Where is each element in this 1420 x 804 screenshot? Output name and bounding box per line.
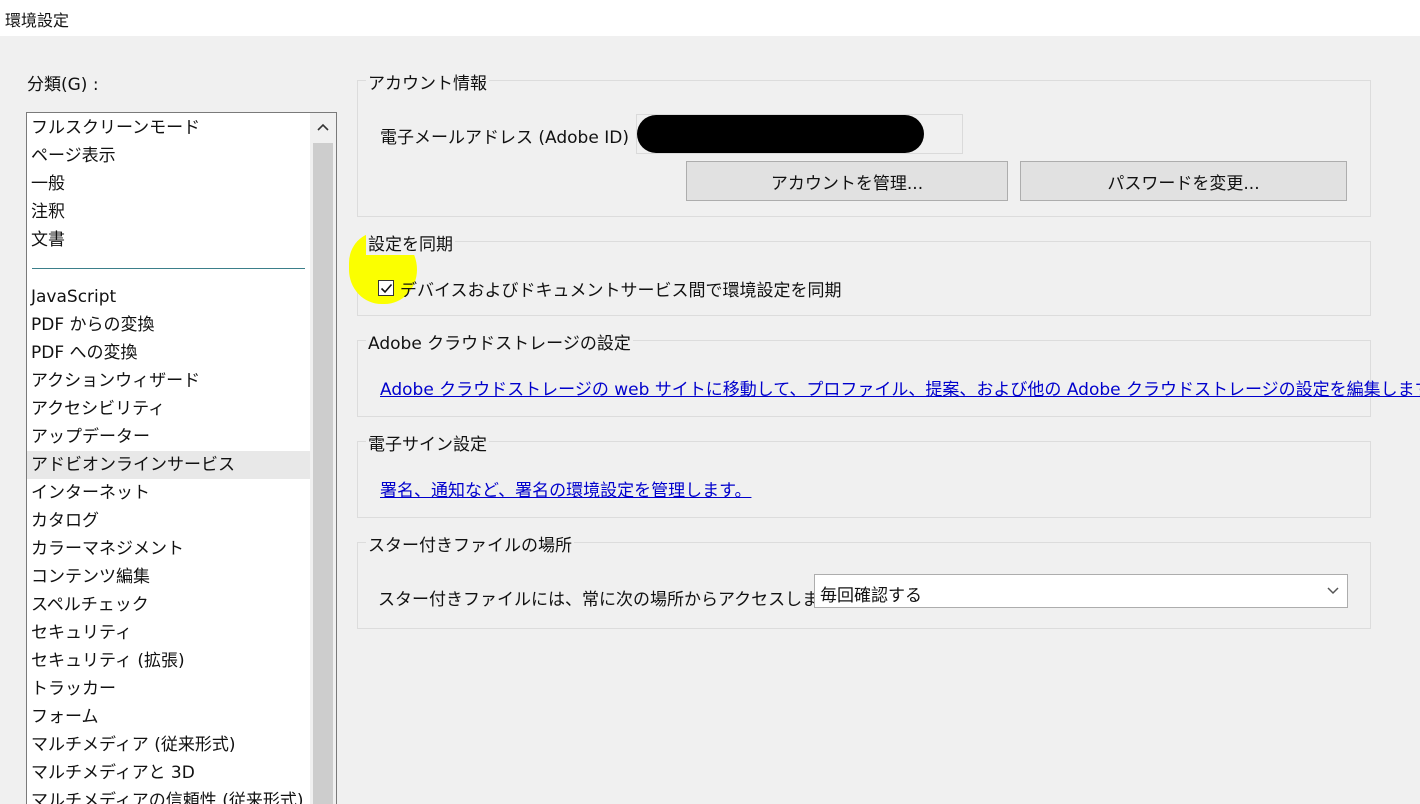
- scroll-up-button[interactable]: [310, 113, 336, 141]
- category-item[interactable]: JavaScript: [27, 283, 312, 311]
- category-item[interactable]: アップデーター: [27, 423, 312, 451]
- account-info-title: アカウント情報: [366, 69, 489, 94]
- category-item[interactable]: トラッカー: [27, 675, 312, 703]
- category-item[interactable]: スペルチェック: [27, 591, 312, 619]
- checkmark-icon: [380, 283, 392, 293]
- category-item[interactable]: 文書: [27, 226, 312, 254]
- category-item[interactable]: フルスクリーンモード: [27, 114, 312, 142]
- starred-files-title: スター付きファイルの場所: [366, 531, 574, 556]
- starred-files-label: スター付きファイルには、常に次の場所からアクセスします...: [378, 590, 853, 610]
- category-item[interactable]: アクションウィザード: [27, 367, 312, 395]
- category-item[interactable]: PDF への変換: [27, 339, 312, 367]
- sync-settings-title: 設定を同期: [366, 230, 455, 255]
- title-bar: 環境設定: [0, 0, 1420, 36]
- category-item[interactable]: フォーム: [27, 703, 312, 731]
- category-item[interactable]: マルチメディアの信頼性 (従来形式): [27, 787, 312, 804]
- category-item[interactable]: PDF からの変換: [27, 311, 312, 339]
- category-item[interactable]: ページ表示: [27, 142, 312, 170]
- category-list-items: フルスクリーンモード ページ表示 一般 注釈 文書 JavaScript PDF からの変換…: [27, 113, 312, 804]
- category-list[interactable]: フルスクリーンモード ページ表示 一般 注釈 文書 JavaScript PDF からの変換…: [26, 112, 337, 804]
- sync-settings-group: 設定を同期 デバイスおよびドキュメントサービス間で環境設定を同期: [349, 230, 1371, 316]
- category-item[interactable]: アドビオンラインサービス: [27, 451, 312, 479]
- category-divider: [32, 268, 305, 269]
- category-item[interactable]: マルチメディアと 3D: [27, 759, 312, 787]
- category-item[interactable]: セキュリティ: [27, 619, 312, 647]
- sync-checkbox-label: デバイスおよびドキュメントサービス間で環境設定を同期: [400, 280, 842, 301]
- category-item[interactable]: インターネット: [27, 479, 312, 507]
- sync-checkbox[interactable]: [378, 280, 394, 296]
- category-item[interactable]: カラーマネジメント: [27, 535, 312, 563]
- starred-files-group: スター付きファイルの場所 スター付きファイルには、常に次の場所からアクセスします…: [357, 531, 1371, 629]
- category-item[interactable]: セキュリティ (拡張): [27, 647, 312, 675]
- category-item[interactable]: カタログ: [27, 507, 312, 535]
- cloud-storage-title: Adobe クラウドストレージの設定: [366, 329, 633, 354]
- email-redaction: [637, 115, 924, 153]
- window-title: 環境設定: [5, 11, 70, 30]
- chevron-up-icon: [317, 123, 329, 131]
- cloud-storage-link[interactable]: Adobe クラウドストレージの web サイトに移動して、プロファイル、提案、…: [380, 375, 1420, 400]
- chevron-down-icon: [1319, 575, 1347, 607]
- category-item[interactable]: 注釈: [27, 198, 312, 226]
- category-item[interactable]: アクセシビリティ: [27, 395, 312, 423]
- account-info-group: アカウント情報 電子メールアドレス (Adobe ID) : アカウントを管理.…: [357, 69, 1371, 217]
- category-item[interactable]: マルチメディア (従来形式): [27, 731, 312, 759]
- manage-account-button[interactable]: アカウントを管理...: [686, 161, 1008, 201]
- category-label: 分類(G) :: [27, 75, 99, 95]
- esign-settings-title: 電子サイン設定: [366, 430, 489, 455]
- email-field: [636, 114, 963, 154]
- change-password-button[interactable]: パスワードを変更...: [1020, 161, 1347, 201]
- starred-location-select[interactable]: 毎回確認する: [814, 574, 1348, 608]
- category-item[interactable]: コンテンツ編集: [27, 563, 312, 591]
- esign-settings-link[interactable]: 署名、通知など、署名の環境設定を管理します。: [380, 476, 751, 501]
- esign-settings-group: 電子サイン設定 署名、通知など、署名の環境設定を管理します。: [357, 430, 1371, 518]
- cloud-storage-group: Adobe クラウドストレージの設定 Adobe クラウドストレージの web …: [357, 329, 1420, 417]
- preferences-window: 環境設定 分類(G) : フルスクリーンモード ページ表示 一般 注釈 文書 JavaSc…: [0, 0, 1420, 804]
- category-item[interactable]: 一般: [27, 170, 312, 198]
- category-list-scrollbar[interactable]: [310, 113, 336, 804]
- starred-location-value: 毎回確認する: [820, 586, 922, 606]
- email-label: 電子メールアドレス (Adobe ID) :: [380, 128, 641, 148]
- scroll-thumb[interactable]: [313, 143, 333, 804]
- sync-checkbox-row[interactable]: デバイスおよびドキュメントサービス間で環境設定を同期: [378, 277, 842, 301]
